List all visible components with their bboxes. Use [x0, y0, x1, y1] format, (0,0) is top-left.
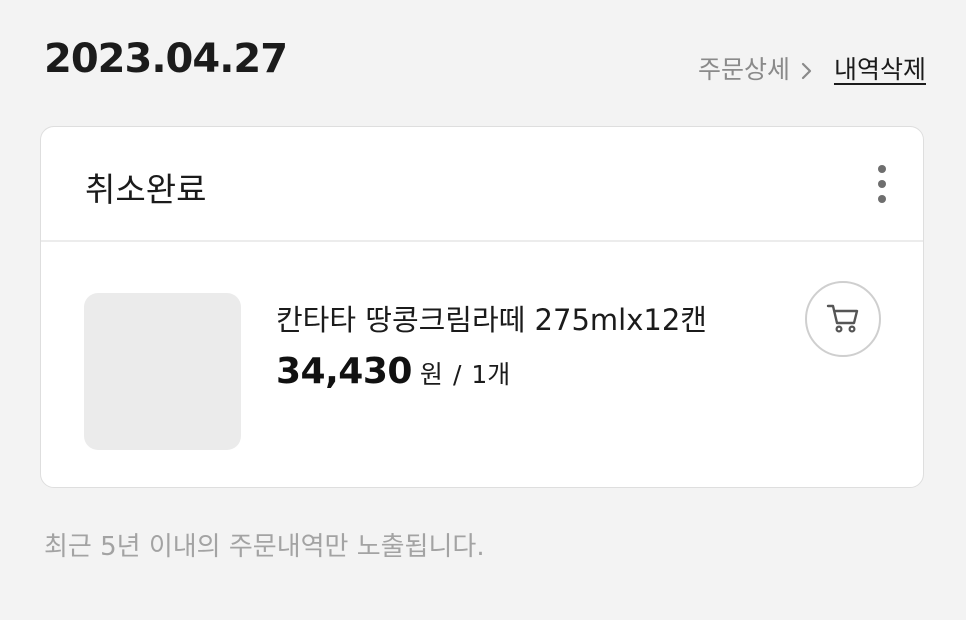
order-card: 취소완료 칸타타 땅콩크림라떼 275mlx12캔 34,430 원 / 1개 — [40, 126, 924, 488]
order-history-page: 2023.04.27 주문상세 내역삭제 취소완료 칸타타 땅콩크림라떼 275… — [0, 0, 966, 620]
cart-icon — [823, 297, 863, 341]
product-quantity: 1개 — [471, 360, 511, 389]
price-quantity-separator: / — [452, 360, 462, 389]
add-to-cart-button[interactable] — [805, 281, 881, 357]
history-notice: 최근 5년 이내의 주문내역만 노출됩니다. — [44, 532, 485, 562]
price-unit: 원 — [419, 360, 443, 389]
more-options-button[interactable] — [875, 165, 889, 203]
order-card-header: 취소완료 — [41, 127, 923, 242]
product-price: 34,430 — [276, 351, 412, 392]
header-actions: 주문상세 내역삭제 — [698, 50, 926, 86]
order-detail-link[interactable]: 주문상세 — [698, 50, 834, 86]
product-name[interactable]: 칸타타 땅콩크림라떼 275mlx12캔 — [276, 297, 707, 339]
delete-history-link[interactable]: 내역삭제 — [834, 50, 926, 86]
order-date: 2023.04.27 — [44, 36, 288, 82]
chevron-right-icon — [800, 58, 814, 80]
more-vertical-icon — [878, 165, 886, 173]
order-detail-label: 주문상세 — [697, 55, 790, 84]
price-row: 34,430 원 / 1개 — [276, 351, 510, 392]
order-status: 취소완료 — [85, 170, 207, 209]
product-thumbnail[interactable] — [84, 293, 241, 450]
